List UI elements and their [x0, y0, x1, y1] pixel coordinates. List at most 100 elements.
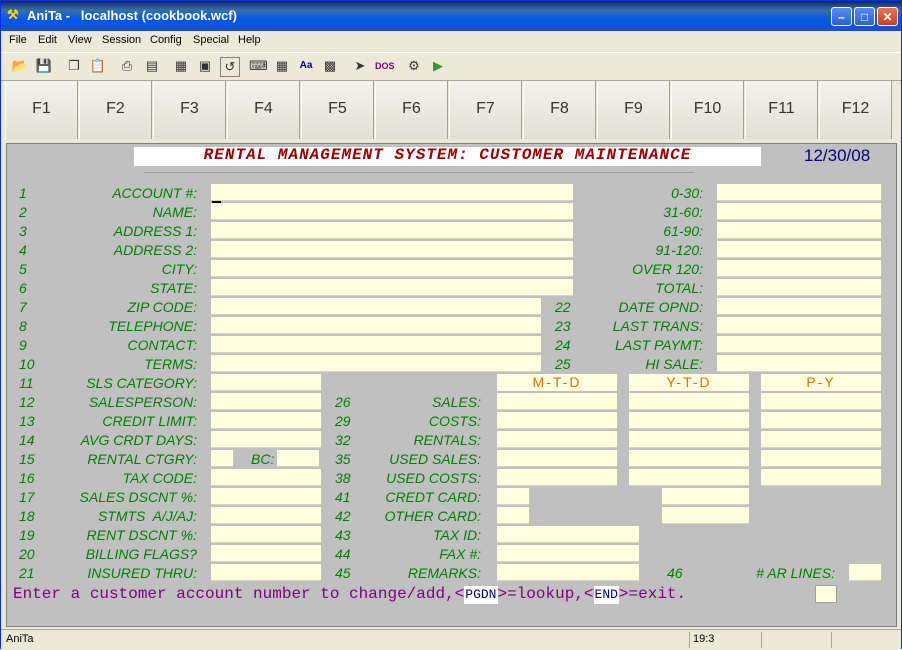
f5-button[interactable]: F5 — [301, 81, 374, 139]
close-button[interactable]: ✕ — [877, 7, 898, 26]
amount-input[interactable] — [761, 469, 881, 486]
open-folder-icon[interactable]: 📂 — [11, 57, 29, 75]
prompt-input-box[interactable] — [815, 585, 837, 603]
field-input[interactable] — [211, 355, 541, 372]
title-bar[interactable]: ⚒ AniTa - localhost (cookbook.wcf) – □ ✕ — [1, 1, 901, 32]
amount-input[interactable] — [629, 431, 749, 448]
aging-input[interactable] — [717, 279, 881, 296]
field-input[interactable] — [211, 222, 573, 239]
field-input[interactable] — [211, 374, 321, 391]
amount-input[interactable] — [629, 469, 749, 486]
amount-input[interactable] — [629, 450, 749, 467]
menu-view[interactable]: View — [68, 34, 92, 46]
field-input[interactable] — [211, 203, 573, 220]
amount-input[interactable] — [761, 431, 881, 448]
play-icon[interactable]: ▶ — [429, 57, 447, 75]
pointer-help-icon[interactable]: ➤ — [351, 57, 369, 75]
print-setup-icon[interactable]: ▤ — [143, 57, 161, 75]
field-input[interactable] — [211, 488, 321, 505]
settings-icon[interactable]: ⚙ — [405, 57, 423, 75]
field-input[interactable] — [211, 298, 541, 315]
amount-input[interactable] — [761, 450, 881, 467]
field-input[interactable] — [211, 279, 573, 296]
field-input[interactable] — [211, 184, 573, 201]
keyboard-icon[interactable]: ⌨ — [249, 57, 268, 75]
date-input[interactable] — [717, 336, 881, 353]
menu-edit[interactable]: Edit — [38, 34, 57, 46]
field-input[interactable] — [211, 507, 321, 524]
field-input[interactable] — [497, 526, 639, 543]
terminal-screen[interactable]: RENTAL MANAGEMENT SYSTEM: CUSTOMER MAINT… — [6, 143, 897, 627]
dos-icon[interactable]: DOS — [375, 57, 395, 75]
f3-button[interactable]: F3 — [153, 81, 226, 139]
copy-icon[interactable]: ❐ — [65, 57, 83, 75]
amount-input[interactable] — [761, 412, 881, 429]
field-input[interactable] — [211, 393, 321, 410]
aging-input[interactable] — [717, 203, 881, 220]
menu-session[interactable]: Session — [102, 34, 141, 46]
mid-label: TAX ID: — [433, 527, 481, 543]
f8-button[interactable]: F8 — [523, 81, 596, 139]
amount-input[interactable] — [497, 431, 617, 448]
amount-input[interactable] — [497, 393, 617, 410]
f10-button[interactable]: F10 — [671, 81, 744, 139]
amount-input[interactable] — [761, 393, 881, 410]
field-input[interactable] — [211, 412, 321, 429]
f7-button[interactable]: F7 — [449, 81, 522, 139]
field-input[interactable] — [211, 260, 573, 277]
field-input[interactable] — [211, 431, 321, 448]
amount-input[interactable] — [629, 412, 749, 429]
date-input[interactable] — [717, 317, 881, 334]
font-icon[interactable]: ▣ — [196, 57, 214, 75]
menu-config[interactable]: Config — [150, 34, 182, 46]
aging-input[interactable] — [717, 184, 881, 201]
aging-input[interactable] — [717, 222, 881, 239]
f1-button[interactable]: F1 — [5, 81, 78, 139]
f11-button[interactable]: F11 — [745, 81, 818, 139]
field-input[interactable] — [211, 336, 541, 353]
aging-input[interactable] — [717, 241, 881, 258]
amount-input[interactable] — [497, 412, 617, 429]
menu-file[interactable]: File — [9, 34, 27, 46]
grid-icon[interactable]: ▩ — [321, 57, 339, 75]
field-input[interactable] — [211, 545, 321, 562]
field-input[interactable] — [211, 564, 321, 581]
card-input[interactable] — [662, 488, 749, 505]
print-icon[interactable]: ⎙ — [118, 57, 136, 75]
capture-icon[interactable]: ↺ — [220, 57, 240, 77]
date-input[interactable] — [717, 355, 881, 372]
amount-input[interactable] — [497, 469, 617, 486]
bc-input[interactable] — [277, 450, 319, 467]
f12-button[interactable]: F12 — [819, 81, 892, 139]
card-input[interactable] — [497, 488, 529, 505]
card-input[interactable] — [497, 507, 529, 524]
menu-help[interactable]: Help — [238, 34, 261, 46]
maximize-button[interactable]: □ — [854, 7, 875, 26]
field-input[interactable] — [211, 241, 573, 258]
amount-input[interactable] — [629, 393, 749, 410]
field-input[interactable] — [211, 317, 541, 334]
bc-label: BC: — [251, 451, 275, 467]
f2-button[interactable]: F2 — [79, 81, 152, 139]
field-input[interactable] — [211, 450, 233, 467]
field-input[interactable] — [211, 526, 321, 543]
f6-button[interactable]: F6 — [375, 81, 448, 139]
aging-input[interactable] — [717, 260, 881, 277]
field-input[interactable] — [497, 545, 639, 562]
select-icon[interactable]: ▦ — [172, 57, 190, 75]
ar-lines-input[interactable] — [849, 564, 881, 581]
menu-special[interactable]: Special — [193, 34, 229, 46]
text-size-icon[interactable]: Aa — [297, 57, 315, 75]
date-label: HI SALE: — [645, 356, 703, 372]
save-icon[interactable]: 💾 — [35, 57, 53, 75]
card-input[interactable] — [662, 507, 749, 524]
field-input[interactable] — [211, 469, 321, 486]
table-icon[interactable]: ▦ — [273, 57, 291, 75]
paste-icon[interactable]: 📋 — [89, 57, 107, 75]
minimize-button[interactable]: – — [831, 7, 852, 26]
field-input[interactable] — [497, 564, 639, 581]
f9-button[interactable]: F9 — [597, 81, 670, 139]
amount-input[interactable] — [497, 450, 617, 467]
f4-button[interactable]: F4 — [227, 81, 300, 139]
date-input[interactable] — [717, 298, 881, 315]
